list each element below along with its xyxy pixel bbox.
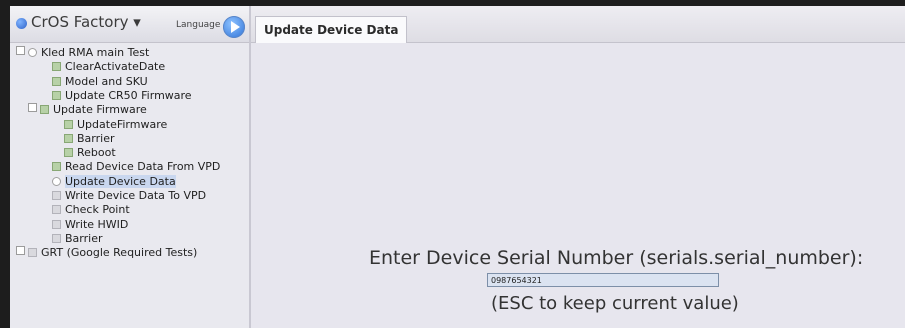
test-tree-item[interactable]: Update Firmware — [28, 103, 150, 117]
test-tree-item-label: Check Point — [65, 203, 130, 217]
test-tree-item-label: Barrier — [77, 131, 115, 145]
test-tree-item-label: Read Device Data From VPD — [65, 160, 221, 174]
test-status-icon — [52, 90, 61, 100]
test-tree-item[interactable]: Read Device Data From VPD — [52, 160, 223, 174]
test-tree-item[interactable]: ClearActivateDate — [52, 60, 168, 74]
test-tree-item[interactable]: Check Point — [52, 203, 133, 217]
test-status-icon — [52, 76, 61, 86]
test-status-icon — [28, 48, 37, 57]
test-status-icon — [28, 248, 37, 258]
test-tree-item[interactable]: Model and SKU — [52, 75, 151, 89]
test-status-icon — [52, 233, 61, 243]
test-status-icon — [64, 148, 73, 158]
test-tree-item[interactable]: UpdateFirmware — [64, 118, 170, 132]
test-status-icon — [52, 191, 61, 200]
test-status-icon — [52, 205, 61, 215]
test-status-icon — [52, 219, 61, 229]
test-tree-item-label: Reboot — [77, 146, 116, 160]
serial-number-input[interactable] — [487, 273, 719, 287]
test-status-icon — [52, 62, 61, 72]
language-label: Language — [176, 20, 221, 30]
tab-update-device-data[interactable]: Update Device Data — [255, 16, 408, 43]
test-tree-item[interactable]: Update CR50 Firmware — [52, 89, 195, 103]
test-tree-item[interactable]: Kled RMA main Test — [16, 46, 152, 60]
test-tree-item-label: Write Device Data To VPD — [65, 189, 207, 202]
collapse-icon[interactable] — [16, 46, 25, 55]
test-tree-item-label: Update Firmware — [53, 103, 147, 117]
test-ui-panel: Enter Device Serial Number (serials.seri… — [251, 43, 905, 328]
test-tree-item[interactable]: Barrier — [64, 132, 118, 146]
test-tree-item[interactable]: GRT (Google Required Tests) — [16, 246, 200, 260]
esc-hint: (ESC to keep current value) — [491, 293, 739, 314]
test-tree-item[interactable]: Write Device Data To VPD — [52, 189, 209, 203]
test-tree-item-label: Barrier — [65, 231, 103, 245]
app-title-menu[interactable]: CrOS Factory ▾ — [31, 13, 141, 31]
test-status-icon — [64, 119, 73, 129]
collapse-icon[interactable] — [28, 103, 37, 113]
test-tree-item[interactable]: Write HWID — [52, 218, 131, 232]
test-tree-item[interactable]: Reboot — [64, 146, 119, 160]
test-list-sidebar: CrOS Factory ▾ Language Kled RMA main Te… — [10, 6, 251, 328]
test-status-icon — [64, 133, 73, 143]
brand-bar: CrOS Factory ▾ Language — [10, 6, 249, 43]
factory-screen: CrOS Factory ▾ Language Kled RMA main Te… — [10, 6, 905, 328]
test-status-icon — [52, 162, 61, 172]
test-tree-item[interactable]: Update Device Data — [52, 174, 179, 189]
test-status-icon — [52, 176, 61, 186]
language-toggle-icon[interactable] — [223, 16, 245, 38]
expand-icon[interactable] — [16, 246, 25, 256]
test-tree-item-label: UpdateFirmware — [77, 117, 168, 131]
test-tree-item-label: Kled RMA main Test — [41, 46, 150, 59]
test-tree-item-label: Write HWID — [65, 217, 129, 231]
test-tree-item-label: Model and SKU — [65, 74, 148, 88]
serial-number-prompt: Enter Device Serial Number (serials.seri… — [369, 247, 864, 269]
test-tree-item-label: ClearActivateDate — [65, 60, 166, 74]
test-tree-item-label: GRT (Google Required Tests) — [41, 246, 198, 260]
test-tree-item-label: Update CR50 Firmware — [65, 88, 192, 102]
tab-bar: Update Device Data — [251, 6, 905, 43]
test-status-icon — [40, 105, 49, 115]
chrome-logo-icon — [16, 18, 27, 29]
test-tree-item[interactable]: Barrier — [52, 232, 106, 246]
test-tree-item-label: Update Device Data — [65, 174, 176, 188]
